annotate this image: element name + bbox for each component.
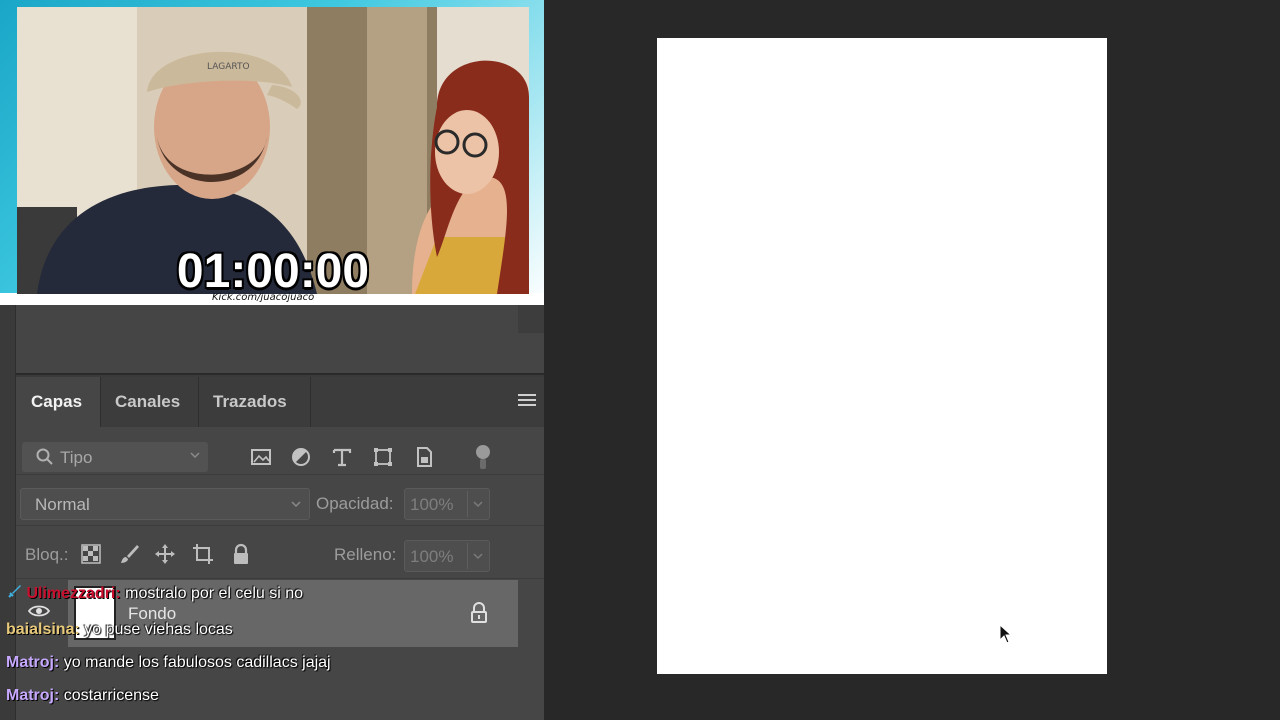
- lock-label: Bloq.:: [25, 545, 69, 564]
- chat-message: Matroj: costarricense: [6, 687, 159, 705]
- filter-toggle-track: [480, 459, 486, 469]
- fill-field[interactable]: 100%: [404, 540, 490, 572]
- chat-text: yo mande los fabulosos cadillacs jajaj: [63, 654, 331, 671]
- document-canvas-area[interactable]: [544, 0, 1280, 720]
- chevron-down-icon: [291, 501, 301, 507]
- tab-capas[interactable]: Capas: [16, 377, 100, 427]
- lock-transparent-pixels-icon[interactable]: [80, 543, 102, 565]
- filter-type-label: Tipo: [60, 448, 93, 467]
- channel-url: Kick.com/juacojuaco: [212, 292, 315, 303]
- layer-lock-icon[interactable]: [470, 602, 488, 624]
- chat-username[interactable]: Ulimezzadri:: [26, 585, 120, 602]
- stream-timer: 01:00:00: [176, 245, 370, 294]
- chevron-down-icon: [473, 501, 483, 507]
- chat-message: Matroj: yo mande los fabulosos cadillacs…: [6, 654, 331, 672]
- chat-text: mostralo por el celu si no: [125, 585, 304, 602]
- tab-trazados[interactable]: Trazados: [198, 377, 310, 427]
- chevron-down-icon: [473, 553, 483, 559]
- blend-mode-value: Normal: [35, 495, 90, 514]
- chat-text: yo puse viehas locas: [84, 621, 233, 638]
- panel-menu-icon[interactable]: [518, 394, 536, 410]
- layers-panel-tabs: Capas Canales Trazados: [16, 377, 544, 427]
- opacity-value: 100%: [410, 495, 454, 514]
- chat-message: baialsina: yo puse viehas locas: [6, 621, 233, 639]
- chat-username[interactable]: Matroj:: [6, 687, 59, 704]
- lock-image-pixels-brush-icon[interactable]: [119, 543, 141, 565]
- cap-logo-text: LAGARTO: [207, 62, 250, 72]
- opacity-field[interactable]: 100%: [404, 488, 490, 520]
- fill-value: 100%: [410, 547, 454, 566]
- tab-canales[interactable]: Canales: [100, 377, 198, 427]
- fill-label: Relleno:: [334, 545, 397, 564]
- layer-filter-select[interactable]: Tipo: [22, 442, 208, 472]
- smart-object-filter-icon[interactable]: [413, 446, 435, 468]
- blend-mode-row: Normal Opacidad: 100%: [16, 476, 544, 526]
- properties-panel: [16, 305, 544, 375]
- screen: Capas Canales Trazados Tipo Normal Opaci…: [0, 0, 1280, 720]
- lock-position-move-icon[interactable]: [154, 543, 176, 565]
- chat-message: Ulimezzadri: mostralo por el celu si no: [6, 584, 303, 603]
- type-layer-filter-icon[interactable]: [331, 446, 353, 468]
- mouse-cursor-icon: [999, 624, 1013, 644]
- adjustment-layer-filter-icon[interactable]: [290, 446, 312, 468]
- visibility-eye-icon[interactable]: [28, 604, 50, 618]
- image-layer-filter-icon[interactable]: [250, 446, 272, 468]
- filter-toggle-switch[interactable]: [476, 445, 490, 459]
- sword-badge-icon: [8, 585, 21, 598]
- blend-mode-select[interactable]: Normal: [20, 488, 310, 520]
- shape-layer-filter-icon[interactable]: [372, 446, 394, 468]
- panel-scrollbar[interactable]: [518, 305, 544, 333]
- chevron-down-icon: [190, 452, 200, 458]
- webcam-video: LAGARTO 01:00:00: [17, 7, 529, 294]
- opacity-label: Opacidad:: [316, 494, 394, 513]
- chat-username[interactable]: Matroj:: [6, 654, 59, 671]
- webcam-overlay-frame: LAGARTO 01:00:00 Kick.com/juacojuaco: [0, 0, 544, 305]
- lock-artboard-crop-icon[interactable]: [192, 543, 214, 565]
- chat-text: costarricense: [63, 687, 159, 704]
- chat-username[interactable]: baialsina:: [6, 621, 80, 638]
- lock-all-icon[interactable]: [230, 543, 252, 565]
- layer-filter-row: Tipo: [16, 427, 544, 475]
- document-page[interactable]: [657, 38, 1107, 674]
- lock-row: Bloq.: Relleno: 100%: [16, 527, 544, 579]
- tab-separator: [310, 377, 311, 427]
- search-icon: [36, 448, 53, 465]
